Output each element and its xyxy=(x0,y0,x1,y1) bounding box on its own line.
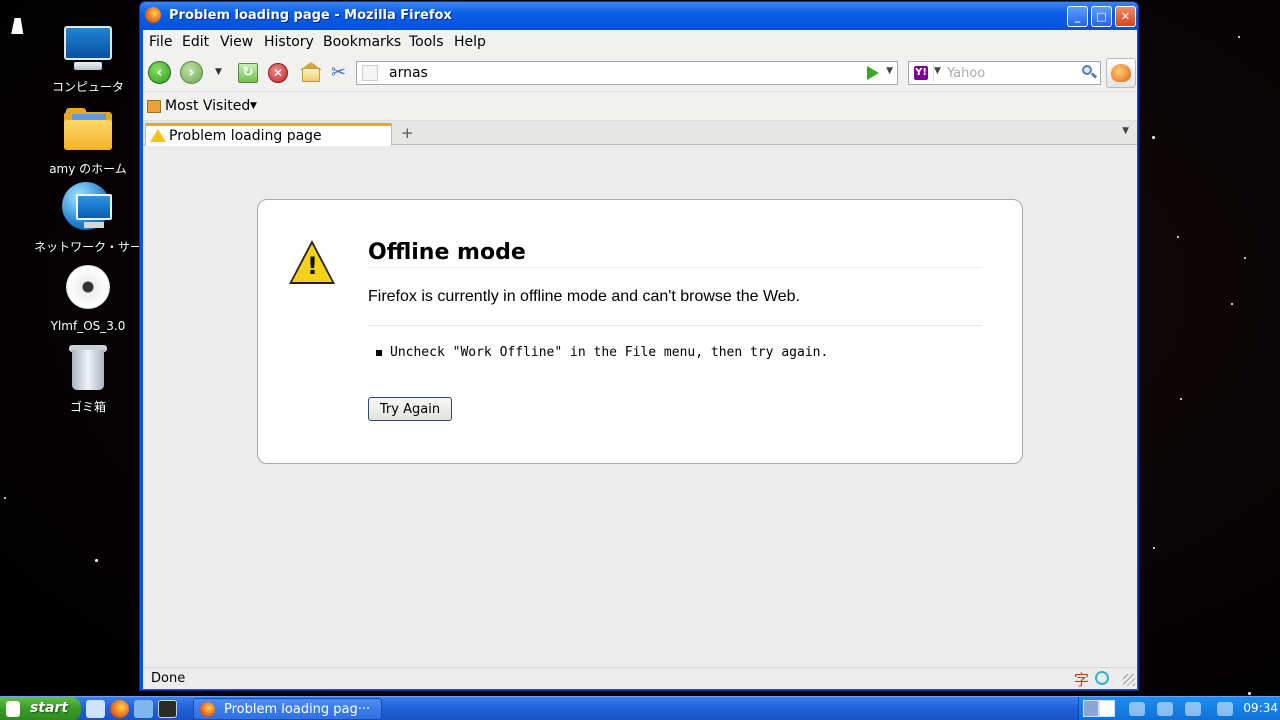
throbber-fox-icon[interactable] xyxy=(1106,58,1136,88)
star xyxy=(1180,398,1182,400)
tab-problem-loading-page[interactable]: Problem loading page xyxy=(145,123,392,146)
chevron-down-icon[interactable]: ▼ xyxy=(250,101,257,111)
start-button[interactable]: start xyxy=(0,697,81,720)
menu-edit[interactable]: Edit xyxy=(182,34,209,50)
url-bar[interactable]: arnas ▼ xyxy=(356,61,898,85)
search-icon[interactable] xyxy=(1081,64,1098,80)
trash-icon xyxy=(62,342,114,394)
menu-tools[interactable]: Tools xyxy=(409,34,444,50)
error-title: Offline mode xyxy=(368,240,526,265)
error-description: Firefox is currently in offline mode and… xyxy=(368,288,801,305)
workspace-2[interactable] xyxy=(1099,700,1115,717)
mail-icon[interactable] xyxy=(1217,702,1233,716)
taskbar-button-label: Problem loading pag··· xyxy=(224,702,371,717)
system-tray: 09:34 xyxy=(1078,697,1280,720)
firefox-icon xyxy=(145,7,161,23)
star xyxy=(1244,257,1246,259)
workspace-1[interactable] xyxy=(1083,700,1099,717)
site-identity-icon[interactable] xyxy=(362,65,378,81)
search-engine-button[interactable]: Y! xyxy=(912,64,934,82)
star xyxy=(4,497,6,499)
cd-icon xyxy=(62,263,114,315)
maximize-button[interactable]: □ xyxy=(1091,6,1112,27)
firefox-window: Problem loading page - Mozilla Firefox _… xyxy=(139,1,1139,691)
home-folder-icon xyxy=(62,104,114,156)
new-tab-button[interactable]: + xyxy=(401,124,414,142)
quicklaunch-desktop-icon[interactable] xyxy=(134,700,153,718)
yahoo-icon: Y! xyxy=(914,66,928,80)
try-again-button[interactable]: Try Again xyxy=(368,397,452,421)
star xyxy=(1238,36,1240,38)
quicklaunch-terminal-icon[interactable] xyxy=(158,700,177,718)
menu-file[interactable]: File xyxy=(149,34,172,50)
network-tray-icon[interactable] xyxy=(1157,702,1173,716)
network-icon xyxy=(62,182,114,234)
url-input[interactable]: arnas xyxy=(389,65,428,81)
firefox-icon xyxy=(200,702,215,717)
quicklaunch-browser-icon[interactable] xyxy=(86,700,105,718)
error-hint: Uncheck "Work Offline" in the File menu,… xyxy=(376,345,828,360)
star xyxy=(1177,236,1179,238)
window-title: Problem loading page - Mozilla Firefox xyxy=(169,8,452,23)
menu-view[interactable]: View xyxy=(220,34,253,50)
stop-button[interactable]: ✕ xyxy=(268,63,288,83)
menu-help[interactable]: Help xyxy=(454,34,486,50)
error-hint-text: Uncheck "Work Offline" in the File menu,… xyxy=(390,345,829,360)
warning-icon xyxy=(150,129,166,142)
star xyxy=(1231,303,1233,305)
tools-icon[interactable] xyxy=(1129,702,1145,716)
bullet-icon xyxy=(376,349,382,356)
divider xyxy=(368,325,982,326)
warning-icon: ! xyxy=(289,240,335,286)
back-button[interactable]: ‹ xyxy=(148,61,171,84)
menu-bookmarks[interactable]: Bookmarks xyxy=(323,34,401,50)
bookmark-folder-icon xyxy=(147,100,161,113)
history-dropdown-icon[interactable]: ▼ xyxy=(215,67,222,77)
star xyxy=(1248,692,1251,695)
navigation-toolbar: ‹ › ▼ ↻ ✕ ✂ arnas ▼ Y! ▼ xyxy=(143,54,1137,92)
most-visited-button[interactable]: Most Visited xyxy=(165,98,250,114)
computer-icon xyxy=(62,22,114,74)
tab-label: Problem loading page xyxy=(169,128,322,144)
close-button[interactable]: ✕ xyxy=(1115,6,1136,27)
divider xyxy=(368,267,982,268)
menu-bar: File Edit View History Bookmarks Tools H… xyxy=(143,30,1137,54)
extension-status-icon[interactable] xyxy=(1095,671,1109,685)
star xyxy=(1153,547,1155,549)
forward-button[interactable]: › xyxy=(180,61,203,84)
start-logo-icon xyxy=(6,701,20,717)
update-icon[interactable] xyxy=(1185,702,1201,716)
star xyxy=(1152,136,1155,139)
ime-icon[interactable]: 字 xyxy=(1074,669,1089,690)
start-label: start xyxy=(30,700,69,716)
home-button[interactable] xyxy=(300,62,322,82)
bookmarks-toolbar: Most Visited ▼ xyxy=(143,92,1137,121)
status-bar: Done 字 xyxy=(143,667,1137,689)
reload-button[interactable]: ↻ xyxy=(238,63,258,83)
quicklaunch-firefox-icon[interactable] xyxy=(110,700,129,718)
error-page-container: ! Offline mode Firefox is currently in o… xyxy=(257,199,1023,464)
minimize-button[interactable]: _ xyxy=(1067,6,1088,27)
engine-dropdown-icon[interactable]: ▼ xyxy=(934,66,941,76)
taskbar: start Problem loading pag··· 09:34 xyxy=(0,696,1280,720)
search-bar[interactable]: Y! ▼ xyxy=(908,61,1101,85)
browser-client: File Edit View History Bookmarks Tools H… xyxy=(143,30,1137,689)
url-dropdown-icon[interactable]: ▼ xyxy=(886,66,893,76)
star xyxy=(95,559,98,562)
tab-list-dropdown-icon[interactable]: ▼ xyxy=(1122,126,1129,136)
search-input[interactable] xyxy=(947,64,1077,82)
resize-grip[interactable] xyxy=(1123,674,1135,686)
status-text: Done xyxy=(151,671,186,686)
taskbar-button-firefox[interactable]: Problem loading pag··· xyxy=(193,698,382,720)
tab-strip: Problem loading page + ▼ xyxy=(143,121,1137,146)
scissors-icon[interactable]: ✂ xyxy=(331,62,346,83)
page-content: ! Offline mode Firefox is currently in o… xyxy=(143,146,1137,667)
title-bar[interactable]: Problem loading page - Mozilla Firefox _… xyxy=(140,2,1138,30)
clock[interactable]: 09:34 xyxy=(1243,701,1278,715)
menu-history[interactable]: History xyxy=(264,34,314,50)
go-arrow-icon[interactable] xyxy=(867,66,879,80)
